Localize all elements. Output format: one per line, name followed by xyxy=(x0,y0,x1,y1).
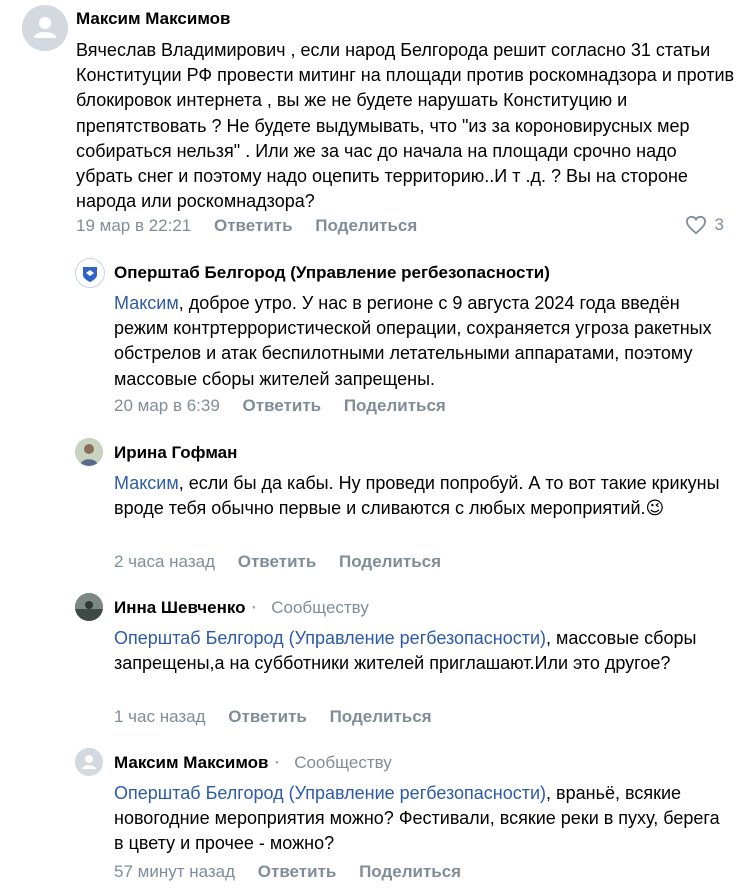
comment-author[interactable]: Оперштаб Белгород (Управление регбезопас… xyxy=(114,262,550,284)
user-avatar[interactable] xyxy=(75,748,103,776)
comment-time[interactable]: 19 мар в 22:21 xyxy=(76,216,191,235)
comment-time[interactable]: 20 мар в 6:39 xyxy=(114,396,220,415)
share-button[interactable]: Поделиться xyxy=(330,707,432,726)
user-avatar[interactable] xyxy=(75,593,103,621)
share-button[interactable]: Поделиться xyxy=(359,862,461,881)
community-tag: Сообществу xyxy=(271,598,369,617)
comment-time[interactable]: 57 минут назад xyxy=(114,862,235,881)
reply-button[interactable]: Ответить xyxy=(258,862,337,881)
share-button[interactable]: Поделиться xyxy=(339,552,441,571)
user-photo-icon xyxy=(75,593,103,621)
comment-text: Вячеслав Владимирович , если народ Белго… xyxy=(76,40,735,212)
comment-time[interactable]: 2 часа назад xyxy=(114,552,215,571)
reply-button[interactable]: Ответить xyxy=(214,216,293,235)
community-tag: Сообществу xyxy=(294,753,392,772)
comment-body: , доброе утро. У нас в регионе с 9 авгус… xyxy=(114,293,712,389)
mention-link[interactable]: Максим xyxy=(114,293,179,313)
comment-time[interactable]: 1 час назад xyxy=(114,707,206,726)
like-count: 3 xyxy=(714,215,724,234)
comment-author-line: Максим Максимов · Сообществу xyxy=(114,752,392,774)
user-silhouette-icon xyxy=(75,748,103,776)
comment-text: Максим, если бы да кабы. Ну проведи попр… xyxy=(114,471,726,521)
share-button[interactable]: Поделиться xyxy=(315,216,417,235)
mention-link[interactable]: Максим xyxy=(114,473,179,493)
comment-author[interactable]: Максим Максимов xyxy=(114,753,269,772)
user-photo-icon xyxy=(75,438,103,466)
wink-emoji: 😉 xyxy=(645,498,665,519)
mention-link[interactable]: Оперштаб Белгород (Управление регбезопас… xyxy=(114,783,546,803)
comment-body: , если бы да кабы. Ну проведи попробуй. … xyxy=(114,473,720,519)
comment-footer: 20 мар в 6:39 Ответить Поделиться xyxy=(114,395,464,417)
comment-author[interactable]: Ирина Гофман xyxy=(114,442,237,464)
reply-button[interactable]: Ответить xyxy=(228,707,307,726)
comment-footer: 57 минут назад Ответить Поделиться xyxy=(114,861,479,883)
separator-dot: · xyxy=(251,598,258,617)
mention-link[interactable]: Оперштаб Белгород (Управление регбезопас… xyxy=(114,628,546,648)
comment-text: Оперштаб Белгород (Управление регбезопас… xyxy=(114,626,726,676)
comment-footer: 1 час назад Ответить Поделиться xyxy=(114,706,450,728)
like-button[interactable]: 3 xyxy=(685,215,724,235)
separator-dot: · xyxy=(274,753,281,772)
share-button[interactable]: Поделиться xyxy=(344,396,446,415)
comment-footer: 19 мар в 22:21 Ответить Поделиться xyxy=(76,215,435,237)
community-avatar[interactable] xyxy=(75,258,105,288)
comment-footer: 2 часа назад Ответить Поделиться xyxy=(114,551,459,573)
heart-icon xyxy=(685,215,706,235)
belgorod-emblem-icon xyxy=(77,260,103,286)
reply-button[interactable]: Ответить xyxy=(243,396,322,415)
user-silhouette-icon xyxy=(22,5,68,51)
reply-button[interactable]: Ответить xyxy=(238,552,317,571)
user-avatar[interactable] xyxy=(75,438,103,466)
user-avatar[interactable] xyxy=(22,5,68,51)
comment-author-line: Инна Шевченко · Сообществу xyxy=(114,597,369,619)
comment-author[interactable]: Максим Максимов xyxy=(76,8,231,30)
comment-text: Оперштаб Белгород (Управление регбезопас… xyxy=(114,781,726,857)
comment-author[interactable]: Инна Шевченко xyxy=(114,598,246,617)
comment-text: Максим, доброе утро. У нас в регионе с 9… xyxy=(114,291,726,392)
